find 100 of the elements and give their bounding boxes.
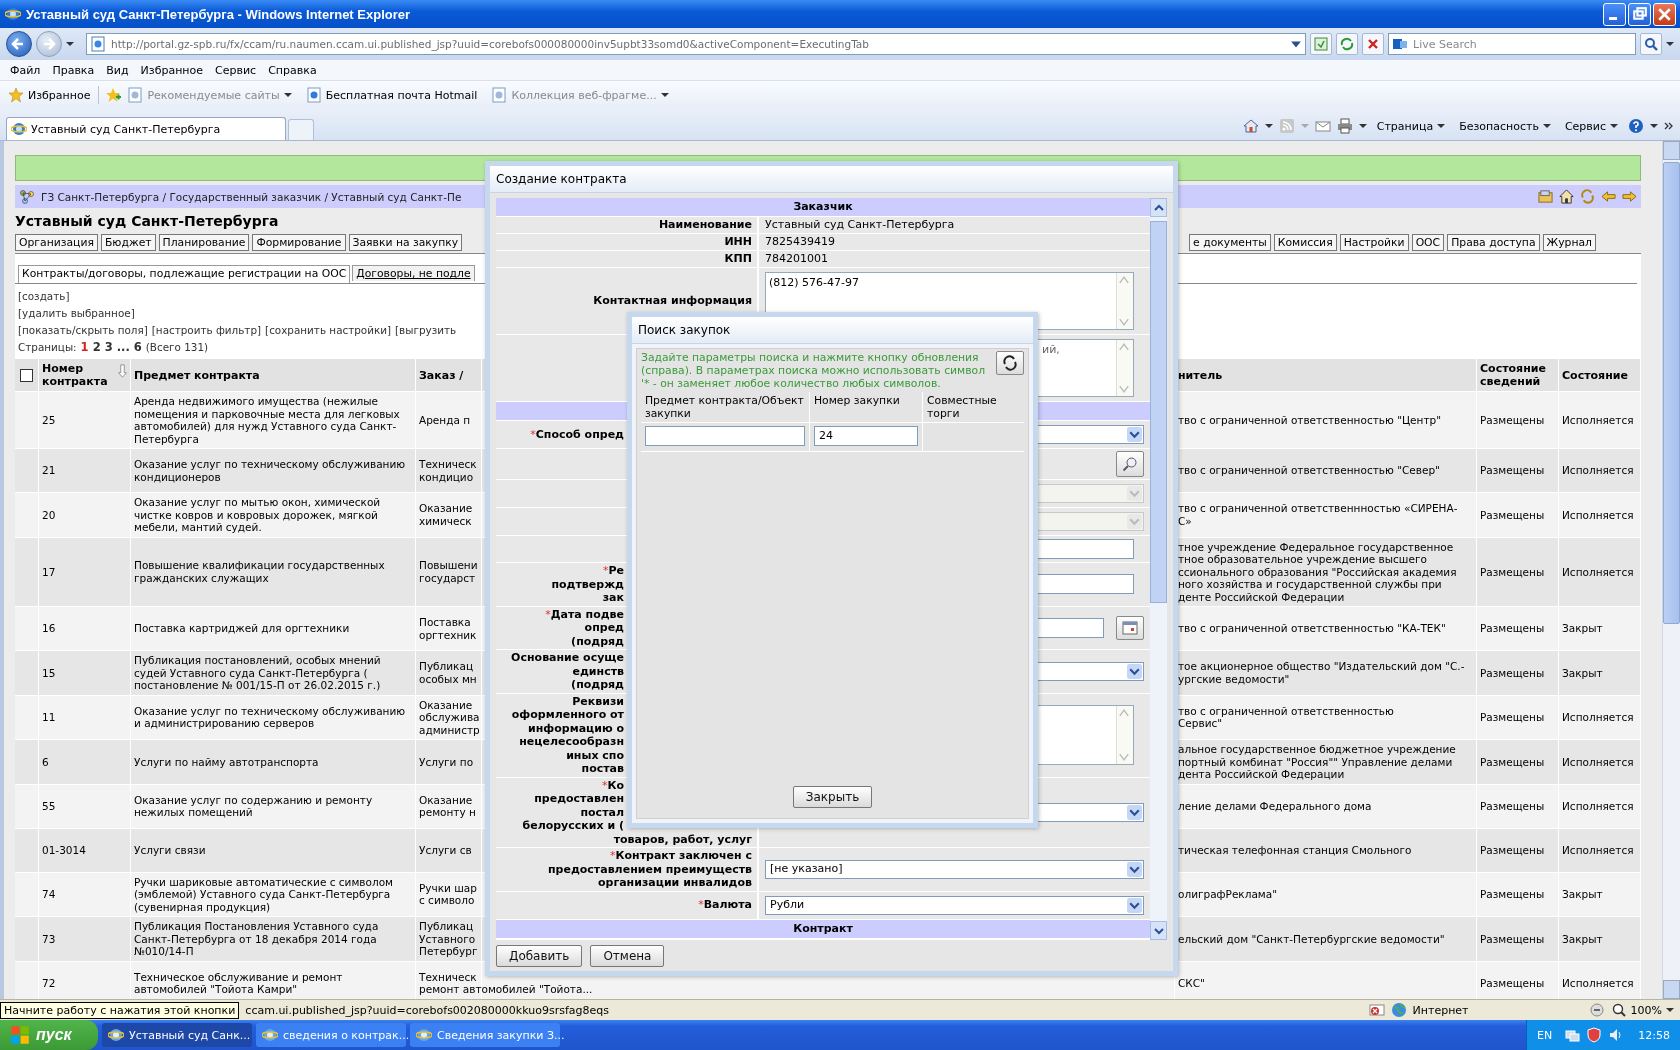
toolbar-link[interactable]: [показать/скрыть поля] bbox=[18, 322, 148, 338]
search-button[interactable] bbox=[1116, 451, 1144, 477]
nav-tab[interactable]: ООС bbox=[1411, 234, 1445, 251]
dropdown[interactable]: [не указано] bbox=[765, 859, 1144, 879]
menu-item[interactable]: Справка bbox=[262, 63, 323, 77]
dialog-title: Создание контракта bbox=[490, 166, 1173, 193]
command-menu[interactable]: Сервис bbox=[1564, 119, 1618, 133]
sub-tab[interactable]: Договоры, не подле bbox=[352, 265, 475, 281]
minimize-button[interactable] bbox=[1603, 2, 1626, 26]
more-icon[interactable] bbox=[1664, 121, 1674, 131]
home-icon[interactable] bbox=[1242, 118, 1259, 134]
command-menu[interactable]: Страница bbox=[1376, 119, 1446, 133]
zoom-control[interactable]: 100% bbox=[1610, 1002, 1674, 1018]
toolbar-link[interactable]: [выгрузить bbox=[395, 322, 457, 338]
input-field[interactable]: 24 bbox=[814, 426, 918, 446]
column-header[interactable]: Состояние сведений bbox=[1477, 359, 1559, 391]
network-tray-icon[interactable] bbox=[1564, 1027, 1581, 1043]
action-link[interactable]: [удалить выбранное] bbox=[18, 307, 135, 319]
toolbar-link[interactable]: [сохранить настройки] bbox=[265, 322, 392, 338]
scroll-thumb[interactable] bbox=[1150, 221, 1167, 603]
column-header[interactable]: нитель bbox=[1175, 359, 1477, 391]
browser-tab[interactable]: Уставный суд Санкт-Петербурга bbox=[6, 117, 286, 140]
page-link[interactable]: ... bbox=[116, 339, 130, 355]
forward-arrow-icon[interactable] bbox=[1622, 189, 1637, 204]
sub-tab[interactable]: Контракты/договоры, подлежащие регистрации на ООС bbox=[18, 265, 351, 283]
scroll-down-button[interactable] bbox=[1150, 921, 1167, 940]
nav-tab[interactable]: Журнал bbox=[1542, 234, 1596, 251]
taskbar-button[interactable]: Уставный суд Санк... bbox=[102, 1023, 252, 1047]
command-menu[interactable]: Безопасность bbox=[1459, 119, 1551, 133]
input-field[interactable] bbox=[645, 426, 805, 446]
caret-icon[interactable] bbox=[1666, 40, 1674, 48]
address-field[interactable]: http://portal.gz-spb.ru/fx/ccam/ru.naumen.ccam.ui.published_jsp?uuid=corebofs000080000inv5upbt33somd0&activeComponent=ExecutingTab bbox=[86, 33, 1306, 55]
favorites-link[interactable]: Бесплатная почта Hotmail bbox=[305, 87, 478, 103]
refresh-icon bbox=[1002, 355, 1018, 371]
nav-tab[interactable]: Комиссия bbox=[1273, 234, 1337, 251]
nav-tab[interactable]: Планирование bbox=[158, 234, 250, 251]
refresh-button[interactable] bbox=[996, 351, 1024, 375]
search-field[interactable]: Live Search bbox=[1388, 33, 1636, 55]
add-favorite-icon[interactable] bbox=[105, 87, 122, 103]
refresh-icon[interactable] bbox=[1580, 189, 1595, 204]
compatibility-button[interactable] bbox=[1310, 33, 1332, 55]
select-all-checkbox[interactable] bbox=[20, 368, 33, 382]
column-header[interactable]: Номер контракта bbox=[39, 359, 131, 391]
close-button[interactable]: Закрыть bbox=[792, 786, 873, 808]
nav-tab[interactable]: Заявки на закупку bbox=[348, 234, 463, 251]
menu-item[interactable]: Правка bbox=[46, 63, 101, 77]
print-icon[interactable] bbox=[1336, 118, 1353, 134]
table-cell: Оказание услуг по мытью окон, химической чистке ковров и ковровых дорожек, мягкой мебели, мантий судей. bbox=[131, 492, 416, 537]
table-cell: Публикация Постановления Уставного суда Санкт-Петербурга от 18 декабря 2014 года №010/14-П bbox=[131, 916, 416, 961]
caret-icon[interactable] bbox=[1358, 122, 1367, 130]
back-button[interactable] bbox=[6, 31, 32, 57]
scrollbar[interactable] bbox=[1662, 141, 1680, 999]
nav-tab[interactable]: Настройки bbox=[1339, 234, 1409, 251]
menu-item[interactable]: Сервис bbox=[209, 63, 263, 77]
shield-tray-icon[interactable] bbox=[1586, 1027, 1603, 1043]
breadcrumb[interactable]: ГЗ Санкт-Петербурга / Государственный заказчик / Уставный суд Санкт-Пе bbox=[41, 190, 462, 203]
page-link[interactable]: 1 bbox=[80, 339, 89, 355]
help-icon[interactable] bbox=[1628, 118, 1644, 134]
search-button[interactable] bbox=[1640, 33, 1662, 55]
menu-item[interactable]: Вид bbox=[100, 63, 135, 77]
caret-icon[interactable] bbox=[1264, 122, 1273, 130]
favorites-button[interactable]: Избранное bbox=[6, 85, 93, 105]
scroll-thumb[interactable] bbox=[1663, 162, 1680, 624]
protected-mode-icon[interactable] bbox=[1588, 1002, 1605, 1018]
stop-button[interactable] bbox=[1362, 33, 1384, 55]
toolbar-link[interactable]: [настроить фильтр] bbox=[151, 322, 262, 338]
dialog-button[interactable]: Добавить bbox=[496, 945, 583, 967]
maximize-button[interactable] bbox=[1628, 2, 1651, 26]
column-header[interactable]: Заказ / bbox=[416, 359, 482, 391]
flag-icon bbox=[10, 1025, 30, 1045]
folder-icon[interactable] bbox=[1538, 189, 1553, 204]
back-arrow-icon[interactable] bbox=[1601, 189, 1616, 204]
nav-tab[interactable]: Организация bbox=[15, 234, 98, 251]
taskbar-button[interactable]: сведения о контрак... bbox=[256, 1023, 406, 1047]
action-link[interactable]: [создать] bbox=[18, 290, 70, 302]
calendar-button[interactable] bbox=[1116, 615, 1144, 640]
page-link[interactable]: 6 bbox=[133, 339, 142, 355]
field-label: информацию о bbox=[527, 721, 624, 735]
scroll-up-button[interactable] bbox=[1150, 198, 1167, 217]
menu-item[interactable]: Файл bbox=[4, 63, 47, 77]
menu-item[interactable]: Избранное bbox=[134, 63, 210, 77]
blocked-icon[interactable] bbox=[1368, 1002, 1385, 1018]
scrollbar[interactable] bbox=[1150, 198, 1167, 940]
nav-tab[interactable]: Права доступа bbox=[1447, 234, 1540, 251]
home-icon[interactable] bbox=[1559, 189, 1574, 204]
caret-icon[interactable] bbox=[66, 40, 74, 48]
page-link[interactable]: 3 bbox=[104, 339, 113, 355]
mail-icon[interactable] bbox=[1314, 118, 1331, 134]
column-header[interactable]: Предмет контракта bbox=[131, 359, 416, 391]
caret-icon[interactable] bbox=[1650, 122, 1658, 130]
dropdown[interactable]: Рубли bbox=[765, 895, 1144, 915]
close-button[interactable] bbox=[1653, 2, 1676, 26]
column-header[interactable]: Состояние bbox=[1559, 359, 1641, 391]
page-link[interactable]: 2 bbox=[92, 339, 101, 355]
nav-tab[interactable]: Бюджет bbox=[100, 234, 156, 251]
sort-arrow-icon[interactable] bbox=[118, 364, 127, 378]
nav-tab[interactable]: е документы bbox=[1189, 234, 1271, 251]
dialog-button[interactable]: Отмена bbox=[590, 945, 665, 967]
field-value: Уставный суд Санкт-Петербурга bbox=[765, 218, 955, 232]
nav-tab[interactable]: Формирование bbox=[252, 234, 346, 251]
